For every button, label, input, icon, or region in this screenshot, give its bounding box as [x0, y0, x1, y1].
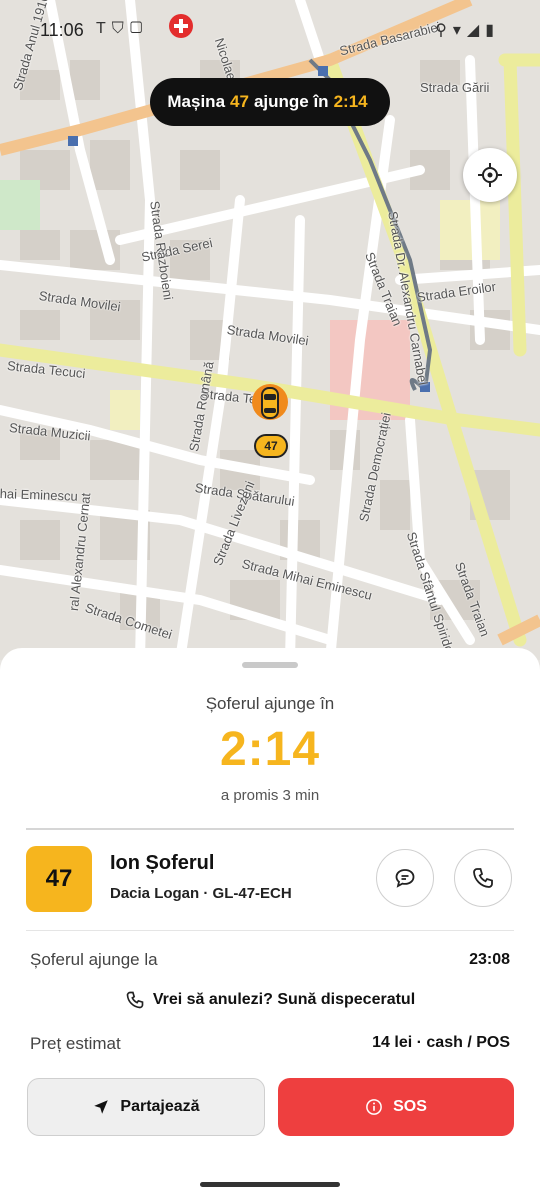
cancel-call-dispatcher-link[interactable]: Vrei să anulezi? Sună dispeceratul [0, 990, 540, 1010]
car-info: Dacia Logan · GL-47-ECH [110, 885, 292, 902]
message-driver-button[interactable] [376, 849, 434, 907]
status-right-icons: ⚲▾◢▮ [435, 20, 500, 40]
car-model: Dacia Logan [110, 885, 200, 902]
arrival-label: Șoferul ajunge la [30, 950, 158, 969]
eta-pill-car-number: 47 [230, 92, 249, 111]
car-plate: GL-47-ECH [212, 885, 292, 902]
street-label: hai Eminescu [0, 486, 78, 504]
sos-label: SOS [393, 1098, 427, 1115]
divider [26, 930, 514, 931]
share-button[interactable]: Partajează [27, 1078, 265, 1136]
car-marker-badge: 47 [254, 434, 288, 458]
eta-pill-prefix: Mașina [167, 92, 226, 111]
price-value: 14 lei · cash / POS [372, 1034, 510, 1051]
status-bar: 11:06 T⛉▢ ⚲▾◢▮ [0, 0, 540, 60]
home-indicator[interactable] [200, 1182, 340, 1187]
square-icon: ▢ [129, 20, 149, 37]
eta-pill-time: 2:14 [333, 92, 368, 111]
shield-icon: ⛉ [111, 20, 130, 37]
eta-pill: Mașina 47 ajunge în 2:14 [150, 78, 390, 126]
sos-button[interactable]: SOS [278, 1078, 514, 1136]
car-marker[interactable] [250, 380, 290, 437]
status-left-icons: T⛉▢ [96, 20, 149, 38]
status-time: 11:06 [40, 20, 84, 40]
sheet-drag-handle[interactable] [242, 662, 298, 668]
car-icon [252, 384, 288, 420]
battery-icon: ▮ [485, 22, 500, 39]
sheet-promise: a promis 3 min [220, 787, 320, 804]
sheet-eta: 2:14 [219, 723, 321, 776]
driver-number-badge: 47 [26, 846, 92, 912]
divider [26, 828, 514, 830]
locate-me-button[interactable] [463, 148, 517, 202]
phone-icon [473, 868, 493, 888]
wifi-icon: ▾ [452, 22, 467, 39]
cancel-text: Vrei să anulezi? Sună dispeceratul [152, 991, 416, 1008]
arrival-time: 23:08 [469, 951, 510, 968]
location-icon: ⚲ [435, 22, 453, 39]
t-icon: T [96, 20, 112, 37]
eta-pill-middle: ajunge în [253, 92, 329, 111]
price-label: Preț estimat [30, 1034, 121, 1053]
phone-icon [126, 991, 144, 1009]
call-driver-button[interactable] [454, 849, 512, 907]
info-icon [366, 1099, 382, 1115]
share-label: Partajează [120, 1098, 200, 1115]
street-label: Strada Gării [420, 80, 490, 95]
signal-icon: ◢ [466, 22, 486, 39]
trip-bottom-sheet: Șoferul ajunge în 2:14 a promis 3 min 47… [0, 648, 540, 1200]
car-info-separator: · [203, 885, 209, 902]
crosshair-icon [478, 163, 502, 187]
navigation-arrow-icon [94, 1100, 109, 1114]
chat-icon [395, 869, 415, 888]
driver-name: Ion Șoferul [110, 852, 215, 874]
sheet-title: Șoferul ajunge în [205, 694, 335, 713]
